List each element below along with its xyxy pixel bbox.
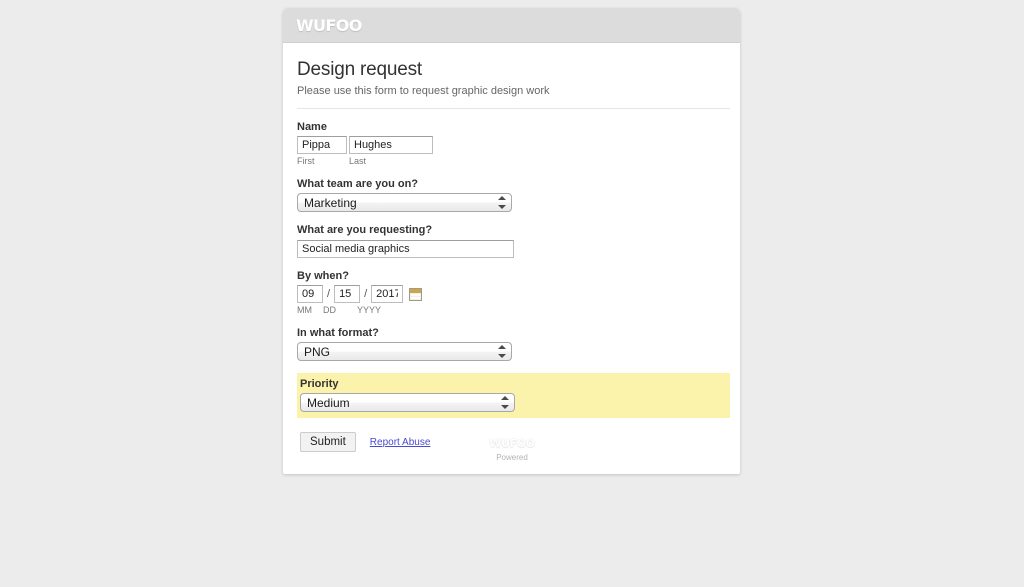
page-title: Design request <box>297 59 422 80</box>
title-divider <box>297 108 730 109</box>
name-input-row <box>297 136 716 154</box>
date-separator-2: / <box>364 288 368 300</box>
date-year-sublabel: YYYY <box>357 305 382 315</box>
date-sublabels: MM DD YYYY <box>297 305 716 315</box>
footer-powered-text: Powered <box>496 453 528 462</box>
format-select-wrap: PNG <box>297 342 512 361</box>
footer-wufoo-logo: WUFOO <box>489 437 535 450</box>
date-separator-1: / <box>327 288 331 300</box>
first-name-sublabel: First <box>297 156 315 166</box>
priority-select-wrap: Medium <box>300 393 515 412</box>
format-select[interactable]: PNG <box>297 342 512 361</box>
field-label-name: Name <box>297 121 327 133</box>
form-container: WUFOO Design request Please use this for… <box>283 8 740 474</box>
page-footer: WUFOO Powered <box>0 437 1024 462</box>
request-input[interactable] <box>297 240 514 258</box>
form-body: Design request Please use this form to r… <box>283 43 740 474</box>
field-name: Name First Last <box>297 121 716 166</box>
field-format: In what format? PNG <box>297 327 716 361</box>
team-select[interactable]: Marketing <box>297 193 512 212</box>
field-label-date: By when? <box>297 270 349 282</box>
field-team: What team are you on? Marketing <box>297 178 716 212</box>
date-day-input[interactable] <box>334 285 361 303</box>
calendar-icon[interactable] <box>409 287 423 301</box>
field-label-team: What team are you on? <box>297 178 419 190</box>
field-priority: Priority Medium <box>297 373 730 418</box>
wufoo-logo: WUFOO <box>296 15 362 35</box>
page-subtitle: Please use this form to request graphic … <box>297 85 550 97</box>
date-input-row: / / <box>297 285 716 303</box>
date-day-sublabel: DD <box>323 305 336 315</box>
field-date: By when? / / MM DD YYYY <box>297 270 716 315</box>
field-label-priority: Priority <box>300 378 339 390</box>
last-name-sublabel: Last <box>349 156 367 166</box>
priority-input-row: Medium <box>297 393 730 412</box>
field-label-request: What are you requesting? <box>297 224 433 236</box>
first-name-input[interactable] <box>297 136 347 154</box>
date-year-input[interactable] <box>371 285 404 303</box>
name-sublabels: First Last <box>297 156 716 166</box>
field-label-format: In what format? <box>297 327 379 339</box>
last-name-input[interactable] <box>349 136 433 154</box>
date-month-input[interactable] <box>297 285 323 303</box>
form-header: WUFOO <box>283 8 740 43</box>
date-month-sublabel: MM <box>297 305 312 315</box>
priority-select[interactable]: Medium <box>300 393 515 412</box>
field-request: What are you requesting? <box>297 224 716 258</box>
team-select-wrap: Marketing <box>297 193 512 212</box>
